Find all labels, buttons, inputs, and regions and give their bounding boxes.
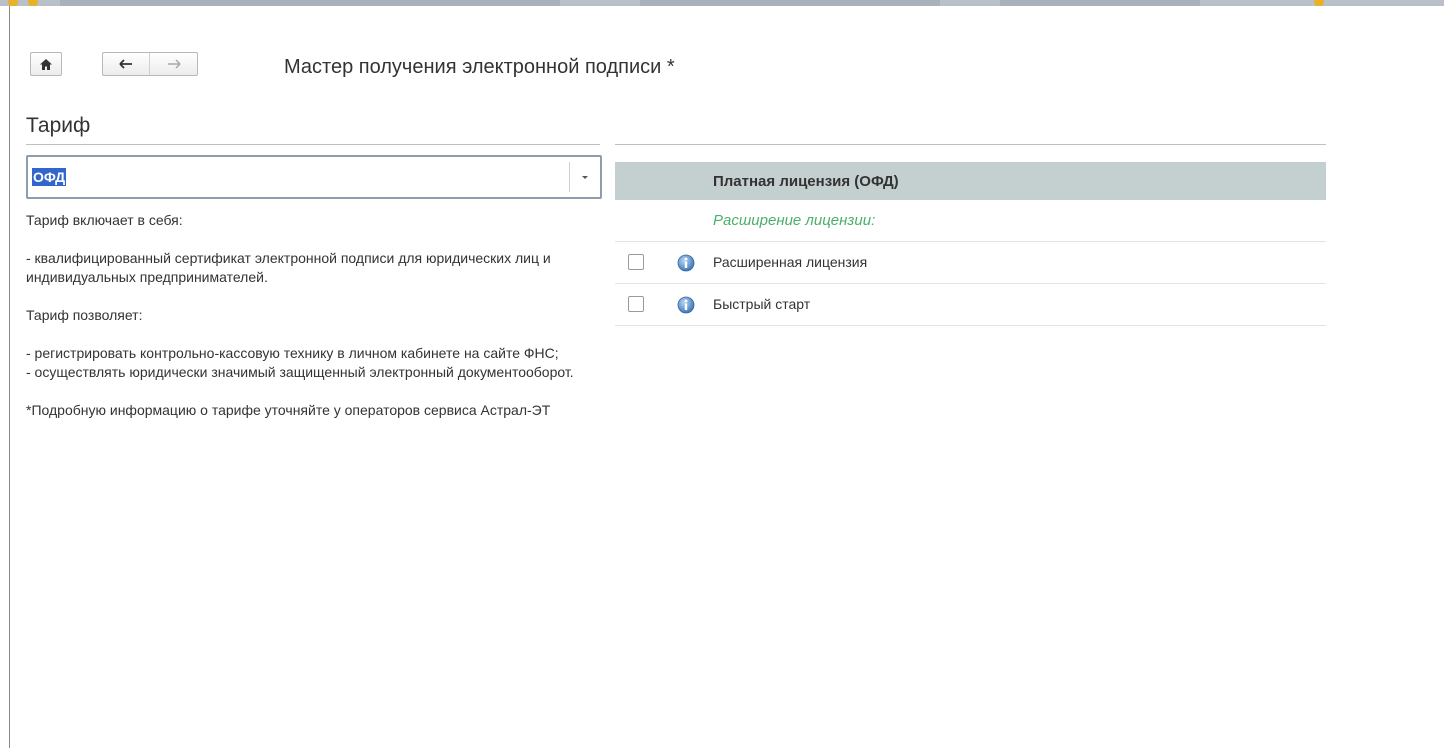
- arrow-right-icon: [167, 59, 181, 69]
- arrow-left-icon: [119, 59, 132, 69]
- browser-top-strip: [0, 0, 1444, 6]
- tariff-dropdown-button[interactable]: [570, 157, 600, 197]
- extended-license-label: Расширенная лицензия: [713, 254, 868, 270]
- license-table-header: Платная лицензия (ОФД): [615, 162, 1326, 200]
- license-option-row[interactable]: Быстрый старт: [615, 284, 1326, 326]
- home-icon: [40, 58, 52, 70]
- description-line: *Подробную информацию о тарифе уточняйте…: [26, 402, 551, 418]
- description-line: - квалифицированный сертификат электронн…: [26, 250, 551, 285]
- section-divider: [26, 144, 600, 145]
- home-button[interactable]: [30, 52, 62, 76]
- back-button[interactable]: [103, 53, 151, 75]
- license-subheader-row: Расширение лицензии:: [615, 200, 1326, 242]
- license-subheader: Расширение лицензии:: [713, 212, 876, 229]
- description-line: - регистрировать контрольно-кассовую тех…: [26, 345, 559, 361]
- license-option-row[interactable]: Расширенная лицензия: [615, 242, 1326, 284]
- info-icon[interactable]: [677, 296, 695, 314]
- info-icon[interactable]: [677, 254, 695, 272]
- tariff-section-title: Тариф: [26, 114, 91, 137]
- navigation-buttons: [102, 52, 198, 76]
- quick-start-label: Быстрый старт: [713, 296, 811, 312]
- description-line: Тариф позволяет:: [26, 307, 143, 323]
- window-border: [9, 6, 10, 748]
- tariff-selected-value: ОФД: [32, 168, 67, 186]
- quick-start-checkbox[interactable]: [628, 296, 644, 312]
- section-divider: [615, 144, 1326, 145]
- description-line: Тариф включает в себя:: [26, 212, 183, 228]
- extended-license-checkbox[interactable]: [628, 254, 644, 270]
- description-line: - осуществлять юридически значимый защищ…: [26, 364, 574, 380]
- tariff-select[interactable]: ОФД: [26, 155, 602, 199]
- license-header-title: Платная лицензия (ОФД): [713, 172, 899, 190]
- tariff-description: Тариф включает в себя: - квалифицированн…: [26, 211, 606, 420]
- tariff-select-value-area[interactable]: ОФД: [28, 157, 569, 197]
- chevron-down-icon: [582, 175, 588, 179]
- page-title: Мастер получения электронной подписи *: [284, 56, 675, 78]
- forward-button[interactable]: [150, 53, 197, 75]
- browser-indicator-icon: [28, 0, 38, 6]
- browser-indicator-icon: [1314, 0, 1324, 6]
